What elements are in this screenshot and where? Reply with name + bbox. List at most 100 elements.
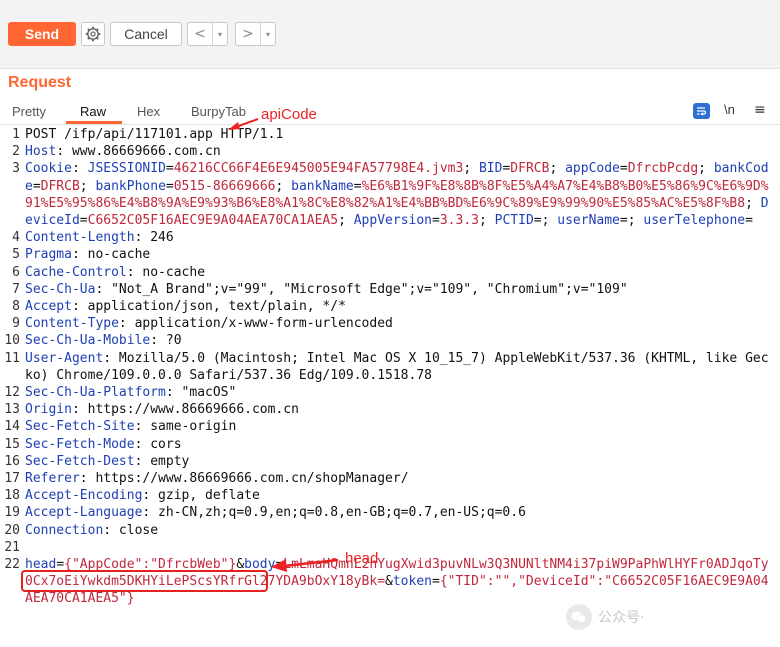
line-text: Accept: application/json, text/plain, */…	[25, 298, 780, 315]
code-token: : application/x-www-form-urlencoded	[118, 316, 393, 332]
code-token: ;	[275, 178, 292, 194]
code-token: =	[165, 178, 174, 194]
code-token: : https://www.86669666.com.cn	[71, 402, 299, 418]
code-line: 14 Sec-Fetch-Site: same-origin	[0, 418, 780, 435]
code-token: =	[432, 574, 440, 590]
gear-icon	[85, 26, 101, 42]
code-line: 11 User-Agent: Mozilla/5.0 (Macintosh; In…	[0, 350, 780, 384]
line-text	[25, 539, 780, 556]
code-token: =	[745, 213, 753, 229]
line-number: 2	[12, 144, 20, 160]
tab-pretty[interactable]: Pretty	[12, 104, 46, 119]
line-text: Origin: https://www.86669666.com.cn	[25, 401, 780, 418]
code-token: Content-Length	[25, 230, 135, 246]
code-token: userTelephone	[643, 213, 746, 229]
code-token: Host	[25, 144, 57, 160]
code-token: Sec-Ch-Ua	[25, 281, 96, 297]
code-line: 9 Content-Type: application/x-www-form-ur…	[0, 315, 780, 332]
code-line: 5 Pragma: no-cache	[0, 246, 780, 263]
code-token: : cors	[134, 436, 182, 452]
tab-hex[interactable]: Hex	[137, 104, 160, 119]
code-token: bankName	[291, 178, 354, 194]
line-text: POST /ifp/api/117101.app HTTP/1.1	[25, 126, 780, 143]
code-token: Referer	[25, 471, 80, 487]
code-token: : application/json, text/plain, */*	[71, 299, 346, 315]
line-number: 8	[12, 299, 20, 315]
code-line: 12 Sec-Ch-Ua-Platform: "macOS"	[0, 384, 780, 401]
code-token: : ?0	[150, 333, 182, 349]
line-number: 13	[4, 402, 20, 418]
cancel-button[interactable]: Cancel	[110, 22, 182, 46]
code-line: 21	[0, 539, 780, 556]
line-number: 21	[4, 539, 20, 555]
send-button[interactable]: Send	[8, 22, 76, 46]
code-token: : same-origin	[134, 419, 237, 435]
code-token: : 246	[134, 230, 174, 246]
code-token: =;	[619, 213, 644, 229]
code-token: ;	[549, 161, 566, 177]
code-line: 7 Sec-Ch-Ua: "Not_A Brand";v="99", "Micro…	[0, 281, 780, 298]
line-number: 18	[4, 488, 20, 504]
line-text: Sec-Ch-Ua-Mobile: ?0	[25, 332, 780, 349]
line-text: Content-Type: application/x-www-form-url…	[25, 315, 780, 332]
code-line: 2 Host: www.86669666.com.cn	[0, 143, 780, 160]
code-line: 8 Accept: application/json, text/plain, *…	[0, 298, 780, 315]
apicode-annotation-label: apiCode	[261, 106, 317, 123]
code-token: ;	[79, 178, 96, 194]
show-newlines-toggle[interactable]: \n	[724, 102, 735, 117]
line-number: 15	[4, 436, 20, 452]
code-token: : zh-CN,zh;q=0.9,en;q=0.8,en-GB;q=0.7,en…	[142, 505, 526, 521]
forward-nav-group: > ▾	[235, 22, 276, 46]
wechat-logo-icon	[566, 604, 592, 630]
request-panel-title: Request	[8, 74, 72, 91]
code-token: DFRCB	[510, 161, 550, 177]
word-wrap-toggle[interactable]	[693, 103, 710, 119]
code-token: C6652C05F16AEC9E9A04AEA70CA1AEA5	[87, 213, 339, 229]
back-button[interactable]: <	[188, 23, 212, 45]
line-number: 6	[12, 264, 20, 280]
code-token: Sec-Fetch-Dest	[25, 453, 135, 469]
code-token: : no-cache	[126, 264, 206, 280]
code-token: Sec-Ch-Ua-Platform	[25, 385, 166, 401]
line-number: 7	[12, 281, 20, 297]
code-token: Origin	[25, 402, 72, 418]
code-token: Sec-Fetch-Site	[25, 419, 135, 435]
code-line: 16 Sec-Fetch-Dest: empty	[0, 453, 780, 470]
line-number: 5	[12, 247, 20, 263]
code-line: 6 Cache-Control: no-cache	[0, 264, 780, 281]
line-number: 19	[4, 505, 20, 521]
line-number: 3	[12, 161, 20, 177]
line-text: Content-Length: 246	[25, 229, 780, 246]
code-token: =	[32, 178, 41, 194]
menu-icon[interactable]: ≡	[754, 102, 766, 118]
tab-burpytab[interactable]: BurpyTab	[191, 104, 246, 119]
line-number: 11	[4, 350, 20, 366]
code-token: : "macOS"	[165, 385, 237, 401]
line-number: 1	[12, 127, 20, 142]
forward-history-dropdown[interactable]: ▾	[260, 23, 275, 45]
back-history-dropdown[interactable]: ▾	[212, 23, 227, 45]
code-token: Content-Type	[25, 316, 119, 332]
code-line: 3 Cookie: JSESSIONID=46216CC66F4E6E945005…	[0, 160, 780, 229]
line-text: Sec-Ch-Ua: "Not_A Brand";v="99", "Micros…	[25, 281, 780, 298]
back-nav-group: < ▾	[187, 22, 228, 46]
code-token: 3.3.3	[439, 213, 479, 229]
code-token: Cookie	[25, 161, 72, 177]
line-number: 12	[4, 385, 20, 401]
code-token: User-Agent	[25, 350, 104, 366]
code-token: ;	[463, 161, 479, 177]
code-token: token	[392, 574, 432, 590]
forward-button[interactable]: >	[236, 23, 260, 45]
tab-raw[interactable]: Raw	[80, 104, 106, 119]
raw-request-editor[interactable]: 1 POST /ifp/api/117101.app HTTP/1.1 2 Host:…	[0, 126, 780, 608]
line-number: 16	[4, 453, 20, 469]
code-token: ;	[698, 161, 714, 177]
settings-button[interactable]	[81, 22, 105, 46]
code-token: ;	[745, 195, 761, 211]
code-token: : www.86669666.com.cn	[56, 144, 221, 160]
code-line: 19 Accept-Language: zh-CN,zh;q=0.9,en;q=0…	[0, 504, 780, 521]
line-text: Host: www.86669666.com.cn	[25, 143, 780, 160]
code-token: : close	[103, 522, 159, 538]
code-token: appCode	[565, 161, 620, 177]
code-token: 46216CC66F4E6E945005E94FA57798E4.jvm3	[173, 161, 464, 177]
